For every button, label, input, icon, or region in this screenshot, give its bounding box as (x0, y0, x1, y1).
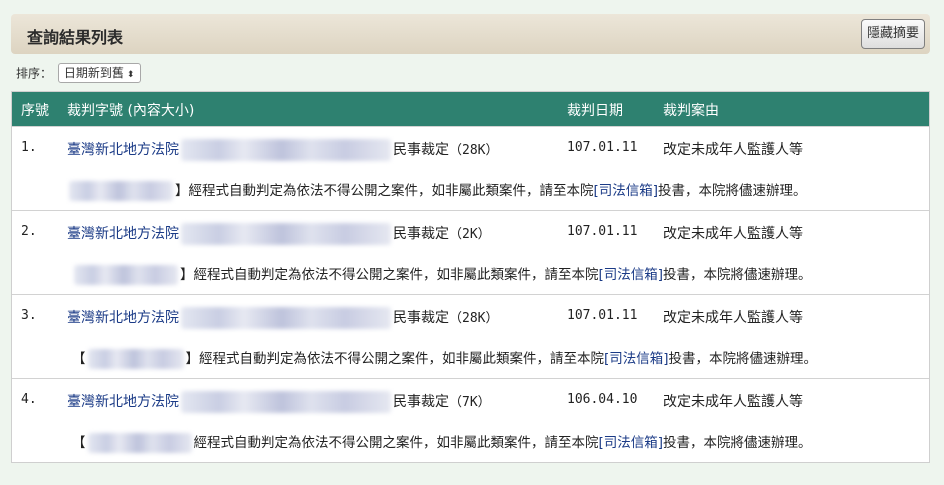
table-row: 3. 臺灣新北地方法院 民事裁定（28K） 107.01.11 改定未成年人監護人… (12, 294, 929, 378)
note-bracket: 】 (175, 183, 189, 199)
court-name: 臺灣新北地方法院 (67, 310, 179, 326)
note-text: 經程式自動判定為依法不得公開之案件，如非屬此類案件，請至本院 (193, 267, 599, 283)
note-bracket: 】 (180, 267, 194, 283)
hide-summary-button[interactable]: 隱藏摘要 (861, 19, 925, 49)
summary-note: 【 】經程式自動判定為依法不得公開之案件，如非屬此類案件，請至本院[司法信箱]投書… (72, 347, 817, 369)
table-header: 序號 裁判字號 (內容大小) 裁判日期 裁判案由 (12, 92, 929, 126)
case-type: 民事裁定 (393, 310, 449, 326)
column-header-case-no: 裁判字號 (內容大小) (67, 103, 195, 119)
row-index: 1. (21, 140, 37, 155)
column-header-date: 裁判日期 (567, 103, 623, 119)
page-title: 查詢結果列表 (27, 28, 124, 47)
judgment-date: 106.04.10 (567, 392, 638, 407)
judgment-date: 107.01.11 (567, 140, 638, 155)
row-index: 4. (21, 392, 37, 407)
note-text: 經程式自動判定為依法不得公開之案件，如非屬此類案件，請至本院 (193, 435, 599, 451)
redacted-summary (87, 349, 184, 369)
sort-selected-value: 日期新到舊 (63, 66, 124, 80)
sort-label: 排序： (16, 66, 53, 81)
redacted-case-number (181, 391, 391, 413)
table-row: 1. 臺灣新北地方法院 民事裁定（28K） 107.01.11 改定未成年人監護人… (12, 126, 929, 210)
judicial-mailbox-link[interactable]: [司法信箱] (604, 351, 669, 367)
redacted-case-number (181, 307, 391, 329)
redacted-case-number (181, 139, 391, 161)
redacted-summary (87, 433, 192, 453)
sort-bar: 排序： 日期新到舊 ⬍ (16, 63, 142, 83)
column-header-reason: 裁判案由 (663, 103, 719, 119)
judgment-date: 107.01.11 (567, 308, 638, 323)
note-bracket: 】 (185, 351, 200, 367)
redacted-summary (74, 265, 178, 285)
court-name: 臺灣新北地方法院 (67, 394, 179, 410)
content-size: （28K） (449, 143, 499, 158)
note-suffix: 投書，本院將儘速辦理。 (658, 183, 807, 199)
note-prefix: 【 (72, 351, 86, 367)
case-number-link[interactable]: 臺灣新北地方法院 民事裁定（2K） (67, 223, 491, 245)
judgment-reason: 改定未成年人監護人等 (663, 142, 803, 158)
row-index: 3. (21, 308, 37, 323)
note-suffix: 投書，本院將儘速辦理。 (668, 351, 818, 367)
select-arrows-icon: ⬍ (126, 70, 135, 80)
redacted-summary (69, 181, 173, 201)
summary-note: 】經程式自動判定為依法不得公開之案件，如非屬此類案件，請至本院[司法信箱]投書，… (72, 263, 812, 285)
judicial-mailbox-link[interactable]: [司法信箱] (599, 267, 664, 283)
case-number-link[interactable]: 臺灣新北地方法院 民事裁定（28K） (67, 139, 498, 161)
row-index: 2. (21, 224, 37, 239)
case-number-link[interactable]: 臺灣新北地方法院 民事裁定（7K） (67, 391, 491, 413)
note-text: 經程式自動判定為依法不得公開之案件，如非屬此類案件，請至本院 (188, 183, 594, 199)
page: 查詢結果列表 隱藏摘要 排序： 日期新到舊 ⬍ 序號 裁判字號 (內容大小) 裁判… (0, 0, 944, 485)
summary-note: 【 經程式自動判定為依法不得公開之案件，如非屬此類案件，請至本院[司法信箱]投書，… (72, 431, 812, 453)
column-header-index: 序號 (21, 103, 49, 119)
judicial-mailbox-link[interactable]: [司法信箱] (599, 435, 664, 451)
result-list-header: 查詢結果列表 隱藏摘要 (11, 14, 930, 54)
judgment-date: 107.01.11 (567, 224, 638, 239)
note-text: 經程式自動判定為依法不得公開之案件，如非屬此類案件，請至本院 (199, 351, 604, 367)
case-number-link[interactable]: 臺灣新北地方法院 民事裁定（28K） (67, 307, 498, 329)
table-row: 2. 臺灣新北地方法院 民事裁定（2K） 107.01.11 改定未成年人監護人等… (12, 210, 929, 294)
judgment-reason: 改定未成年人監護人等 (663, 394, 803, 410)
redacted-case-number (181, 223, 391, 245)
note-suffix: 投書，本院將儘速辦理。 (663, 267, 812, 283)
judicial-mailbox-link[interactable]: [司法信箱] (594, 183, 659, 199)
case-type: 民事裁定 (393, 226, 449, 242)
note-prefix: 【 (72, 435, 86, 451)
court-name: 臺灣新北地方法院 (67, 226, 179, 242)
content-size: （2K） (449, 227, 491, 242)
note-suffix: 投書，本院將儘速辦理。 (663, 435, 812, 451)
case-type: 民事裁定 (393, 394, 449, 410)
court-name: 臺灣新北地方法院 (67, 142, 179, 158)
sort-select[interactable]: 日期新到舊 ⬍ (57, 63, 142, 83)
content-size: （28K） (449, 311, 499, 326)
table-row: 4. 臺灣新北地方法院 民事裁定（7K） 106.04.10 改定未成年人監護人等… (12, 378, 929, 462)
results-table: 序號 裁判字號 (內容大小) 裁判日期 裁判案由 1. 臺灣新北地方法院 民事裁定… (11, 91, 930, 463)
case-type: 民事裁定 (393, 142, 449, 158)
judgment-reason: 改定未成年人監護人等 (663, 310, 803, 326)
judgment-reason: 改定未成年人監護人等 (663, 226, 803, 242)
content-size: （7K） (449, 395, 491, 410)
summary-note: 】經程式自動判定為依法不得公開之案件，如非屬此類案件，請至本院[司法信箱]投書，… (67, 179, 807, 201)
